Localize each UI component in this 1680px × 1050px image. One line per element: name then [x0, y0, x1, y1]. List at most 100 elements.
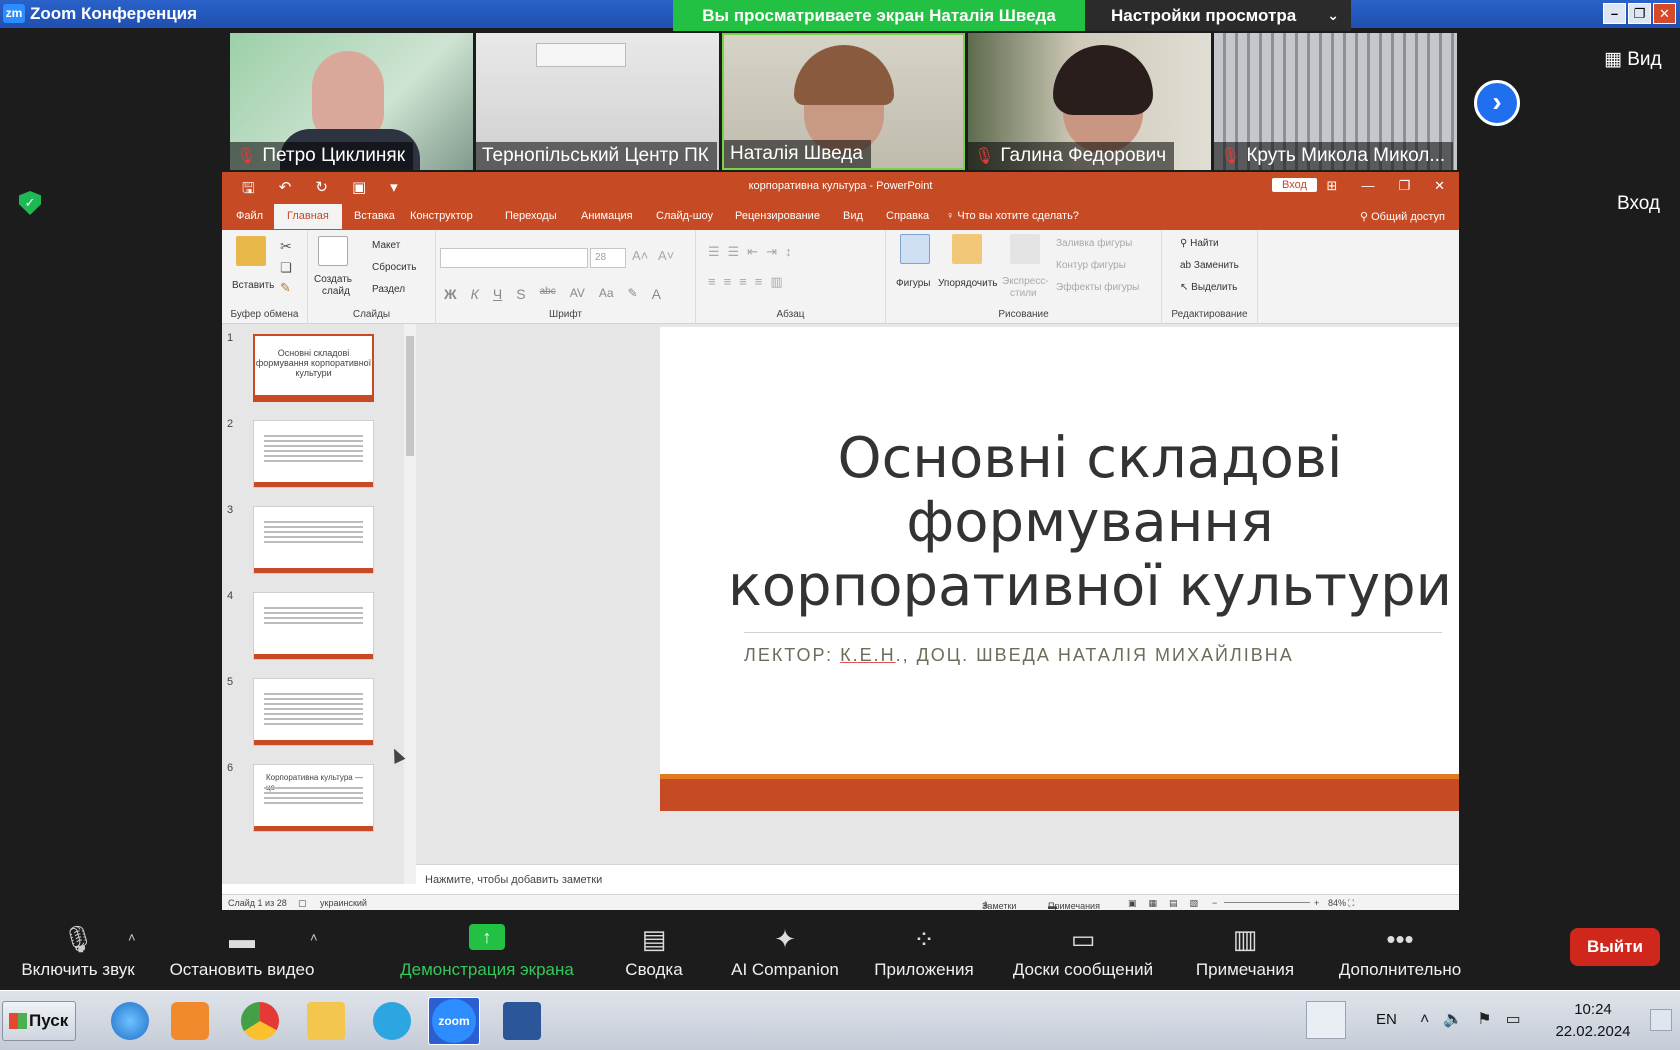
- layout-button[interactable]: Макет: [372, 240, 400, 251]
- tab-home[interactable]: Главная: [274, 204, 342, 229]
- new-slide-icon[interactable]: [318, 236, 348, 266]
- shape-outline-button[interactable]: Контур фигуры: [1056, 260, 1126, 271]
- video-options-chevron-icon[interactable]: ˄: [310, 930, 318, 945]
- tab-file[interactable]: Файл: [236, 210, 263, 222]
- find-button[interactable]: ⚲ Найти: [1180, 238, 1219, 249]
- video-tile[interactable]: 🎙 Галина Федорович: [968, 33, 1211, 170]
- share-button[interactable]: ⚲ Общий доступ: [1360, 210, 1445, 223]
- tray-icons[interactable]: ˄🔈⚑▭: [1420, 1009, 1535, 1029]
- tell-me-search[interactable]: ♀ Что вы хотите сделать?: [946, 210, 1079, 222]
- copy-icon[interactable]: ❏: [280, 260, 292, 276]
- list-icons[interactable]: ☰☰⇤⇥↕: [708, 244, 800, 260]
- shapes-icon[interactable]: [900, 234, 930, 264]
- ai-companion-button[interactable]: ✦ AI Companion: [722, 910, 848, 990]
- summary-button[interactable]: ▤ Сводка: [614, 910, 694, 990]
- section-button[interactable]: Раздел: [372, 284, 405, 295]
- current-slide[interactable]: Основні складові формування корпоративно…: [660, 327, 1459, 811]
- video-tile[interactable]: 🎙 Круть Микола Микол...: [1214, 33, 1457, 170]
- bold-button[interactable]: Ж: [444, 286, 457, 302]
- thumbnails-scrollbar[interactable]: [404, 324, 416, 884]
- italic-button[interactable]: К: [471, 286, 479, 302]
- zoom-out-icon[interactable]: −: [1212, 898, 1217, 908]
- unmute-button[interactable]: 🎙 Включить звук: [10, 910, 146, 990]
- share-screen-button[interactable]: ↑ Демонстрация экрана: [392, 910, 582, 990]
- notes-placeholder[interactable]: Нажмите, чтобы добавить заметки: [416, 864, 1459, 894]
- zoom-in-icon[interactable]: +: [1314, 898, 1319, 908]
- cut-icon[interactable]: ✂: [280, 238, 292, 255]
- restore-button[interactable]: ❐: [1628, 3, 1651, 24]
- tab-view[interactable]: Вид: [843, 210, 863, 222]
- arrange-button[interactable]: Упорядочить: [938, 278, 998, 289]
- quick-styles-icon[interactable]: [1010, 234, 1040, 264]
- zoom-taskbar-icon[interactable]: zoom: [428, 997, 480, 1045]
- slide-thumbnail[interactable]: Основні складові формування корпоративно…: [253, 334, 374, 402]
- whiteboards-button[interactable]: ▭ Доски сообщений: [1000, 910, 1166, 990]
- video-tile[interactable]: Тернопільський Центр ПК: [476, 33, 719, 170]
- new-slide-label-2[interactable]: слайд: [322, 286, 350, 297]
- ppt-login-button[interactable]: Вход: [1272, 178, 1317, 192]
- tab-design[interactable]: Конструктор: [410, 210, 473, 222]
- arrange-icon[interactable]: [952, 234, 982, 264]
- slide-title[interactable]: Основні складові формування корпоративно…: [720, 427, 1459, 619]
- slide-thumbnail[interactable]: [253, 678, 374, 746]
- shadow-button[interactable]: S: [516, 286, 525, 302]
- underline-button[interactable]: Ч: [493, 286, 502, 302]
- view-mode-icons[interactable]: ▣▦▤▧: [1128, 898, 1210, 909]
- zoom-level[interactable]: 84%: [1328, 898, 1346, 908]
- font-size-input[interactable]: 28: [590, 248, 626, 268]
- chrome-icon[interactable]: [234, 997, 286, 1045]
- slide-thumbnail[interactable]: [253, 592, 374, 660]
- media-player-icon[interactable]: [164, 997, 216, 1045]
- highlight-icon[interactable]: ✎: [628, 286, 638, 302]
- minimize-button[interactable]: –: [1603, 3, 1626, 24]
- shapes-button[interactable]: Фигуры: [896, 278, 930, 289]
- stop-video-button[interactable]: ▬ Остановить видео: [160, 910, 324, 990]
- char-spacing-button[interactable]: AV: [570, 286, 585, 302]
- view-options-dropdown[interactable]: Настройки просмотра ⌄: [1085, 0, 1351, 31]
- word-icon[interactable]: [496, 997, 548, 1045]
- replace-button[interactable]: ab Заменить: [1180, 260, 1239, 271]
- pen-tablet-icon[interactable]: [1306, 1001, 1346, 1039]
- login-button[interactable]: Вход: [1617, 193, 1660, 215]
- strikethrough-button[interactable]: abc: [540, 286, 556, 302]
- more-button[interactable]: ••• Дополнительно: [1330, 910, 1470, 990]
- start-button[interactable]: Пуск: [2, 1001, 76, 1041]
- tab-review[interactable]: Рецензирование: [735, 210, 820, 222]
- internet-explorer-icon[interactable]: [104, 997, 156, 1045]
- language-indicator[interactable]: украинский: [320, 898, 367, 908]
- video-tile[interactable]: 🎙 Петро Циклиняк: [230, 33, 473, 170]
- shape-effects-button[interactable]: Эффекты фигуры: [1056, 282, 1139, 293]
- font-color-button[interactable]: A: [652, 286, 661, 302]
- notes-button[interactable]: ▥ Примечания: [1190, 910, 1300, 990]
- tab-animations[interactable]: Анимация: [581, 210, 633, 222]
- tab-transitions[interactable]: Переходы: [505, 210, 557, 222]
- quick-styles-label-1[interactable]: Экспресс-: [1002, 276, 1049, 287]
- shape-fill-button[interactable]: Заливка фигуры: [1056, 238, 1132, 249]
- slide-subtitle[interactable]: ЛЕКТОР: К.Е.Н., ДОЦ. ШВЕДА НАТАЛІЯ МИХАЙ…: [744, 645, 1294, 666]
- audio-options-chevron-icon[interactable]: ˄: [128, 930, 136, 945]
- ppt-close-icon[interactable]: ✕: [1434, 178, 1445, 194]
- language-indicator[interactable]: EN: [1376, 1011, 1397, 1028]
- video-tile[interactable]: Наталія Шведа: [722, 33, 965, 170]
- tab-slideshow[interactable]: Слайд-шоу: [656, 210, 713, 222]
- telegram-icon[interactable]: [366, 997, 418, 1045]
- select-button[interactable]: ↖ Выделить: [1180, 282, 1237, 293]
- fit-slide-icon[interactable]: ⛶: [1348, 898, 1354, 909]
- font-shrink-icon[interactable]: A˅: [658, 248, 674, 263]
- slide-thumbnail[interactable]: Корпоративна культура — це: [253, 764, 374, 832]
- close-button[interactable]: ✕: [1653, 3, 1676, 24]
- folder-icon[interactable]: [300, 997, 352, 1045]
- new-slide-label-1[interactable]: Создать: [314, 274, 352, 285]
- tab-insert[interactable]: Вставка: [354, 210, 395, 222]
- format-painter-icon[interactable]: ✎: [280, 280, 291, 296]
- spellcheck-icon[interactable]: ▢: [298, 898, 307, 909]
- align-icons[interactable]: ≡≡≡≡▥: [708, 274, 791, 290]
- slide-thumbnail[interactable]: [253, 506, 374, 574]
- paste-icon[interactable]: [236, 236, 266, 266]
- clock[interactable]: 10:24 22.02.2024: [1548, 999, 1638, 1043]
- apps-button[interactable]: ⁘ Приложения: [866, 910, 982, 990]
- font-grow-icon[interactable]: A˄: [632, 248, 648, 263]
- quick-styles-label-2[interactable]: стили: [1010, 288, 1037, 299]
- ribbon-display-icon[interactable]: ⊞: [1327, 178, 1338, 194]
- ppt-minimize-icon[interactable]: —: [1361, 178, 1374, 194]
